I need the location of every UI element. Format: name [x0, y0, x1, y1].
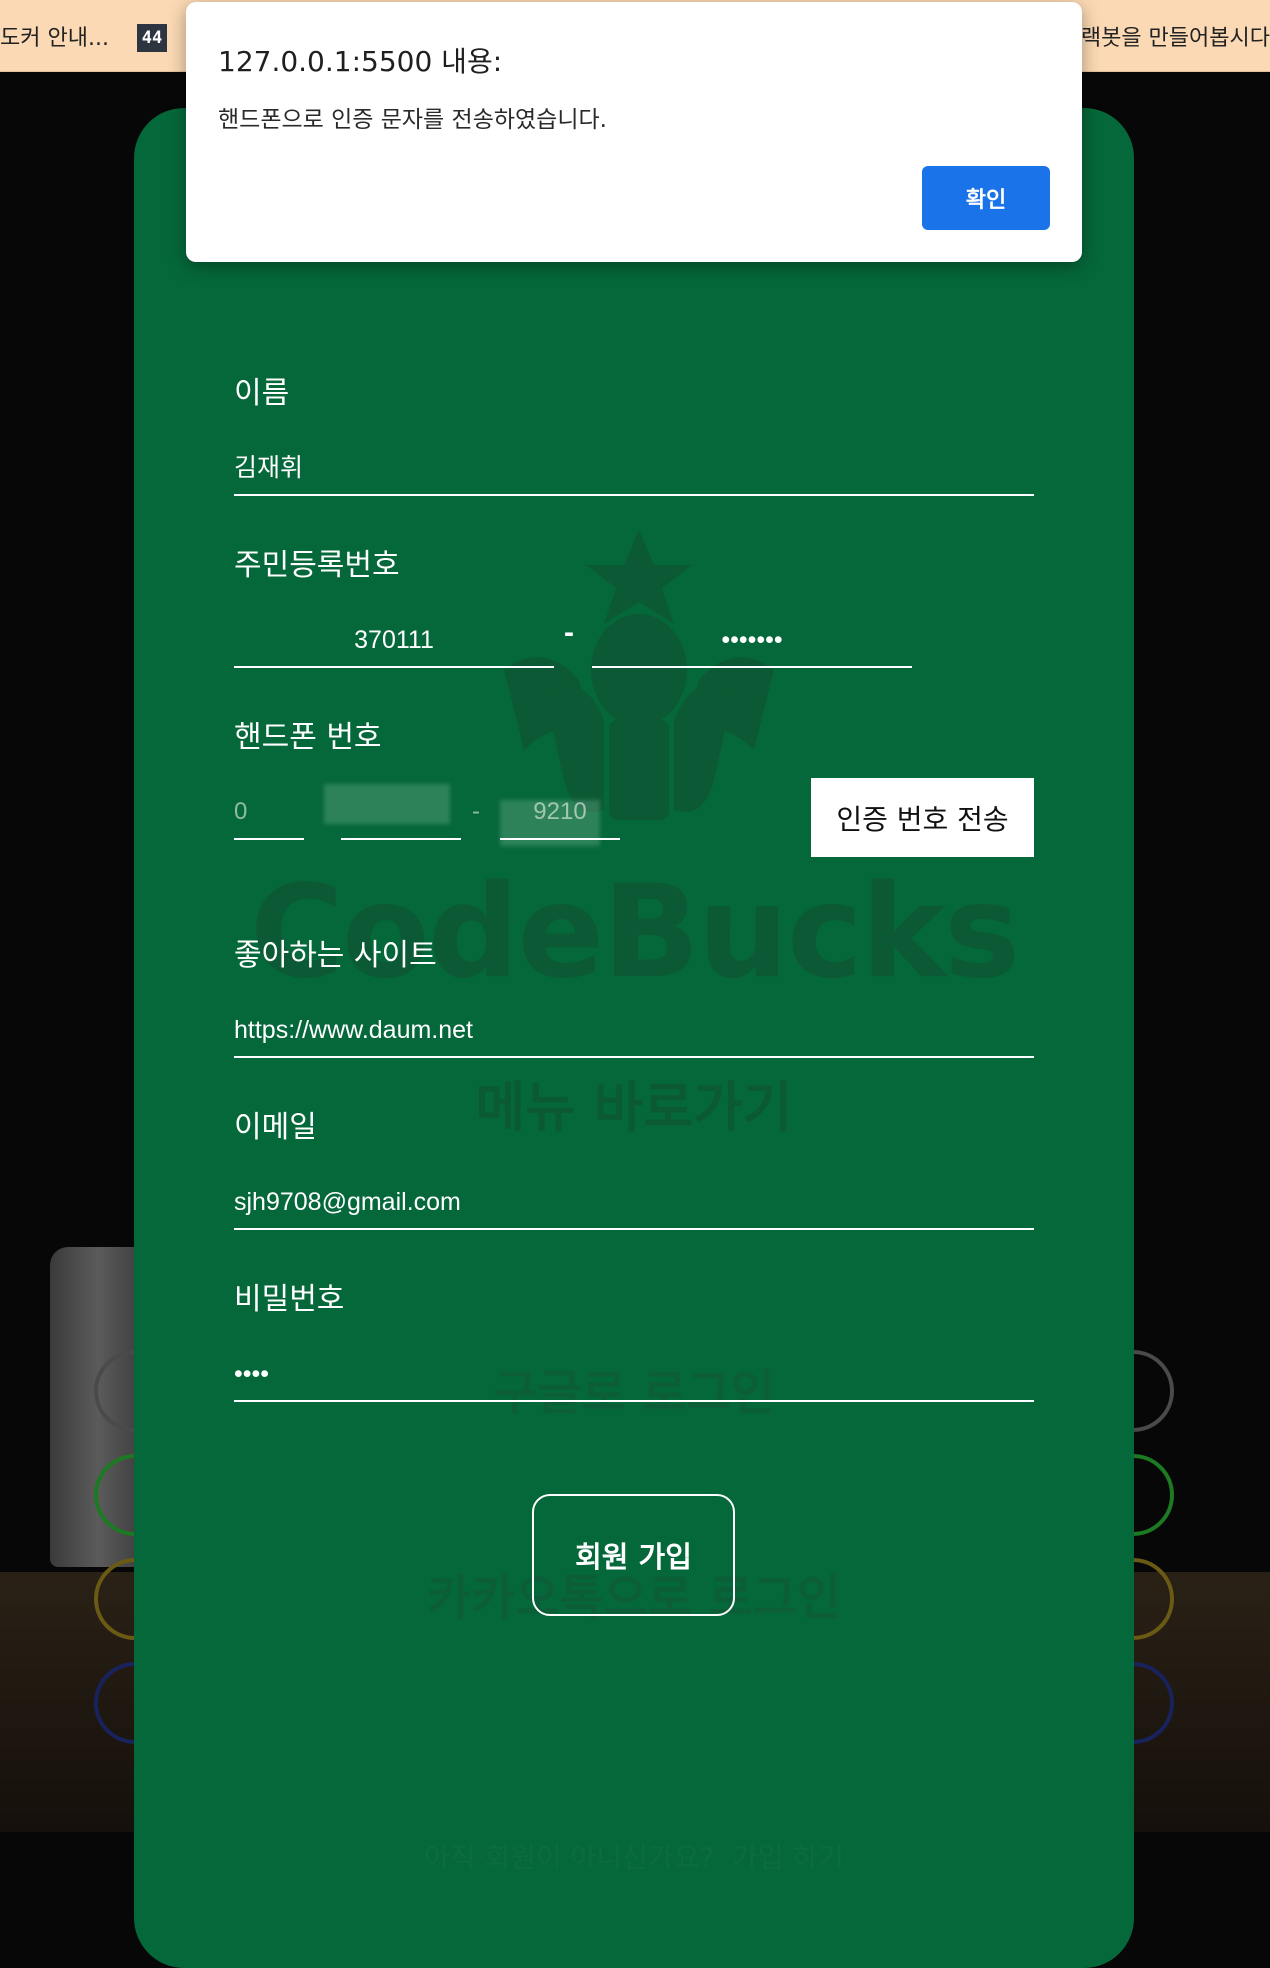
- jumin-back-input[interactable]: •••••••: [592, 612, 912, 668]
- phone-middle-input[interactable]: [341, 784, 461, 840]
- phone-first-input[interactable]: 0: [234, 784, 304, 840]
- phone-label: 핸드폰 번호: [234, 720, 382, 755]
- dialog-title: 127.0.0.1:5500 내용:: [218, 45, 503, 78]
- send-code-button[interactable]: 인증 번호 전송: [811, 778, 1034, 857]
- phone-last-value: 9210: [533, 798, 587, 825]
- jumin-separator: -: [564, 616, 574, 649]
- signup-prompt-watermark: 아직 회원이 아니신가요? 가입 하기: [134, 1836, 1134, 1876]
- dialog-ok-button[interactable]: 확인: [922, 166, 1050, 230]
- signup-link-text: 가입 하기: [732, 1841, 845, 1874]
- email-label: 이메일: [234, 1110, 317, 1145]
- alert-dialog: 127.0.0.1:5500 내용: 핸드폰으로 인증 문자를 전송하였습니다.…: [186, 2, 1082, 262]
- dialog-message: 핸드폰으로 인증 문자를 전송하였습니다.: [218, 107, 607, 133]
- password-label: 비밀번호: [234, 1282, 345, 1317]
- signup-card: CodeBucks 메뉴 바로가기 구글로 로그인 카카오톡으로 로그인 아직 …: [134, 108, 1134, 1968]
- bookmark-favicon[interactable]: 44: [137, 24, 167, 52]
- site-input[interactable]: https://www.daum.net: [234, 1002, 1034, 1058]
- signup-prompt-text: 아직 회원이 아니신가요?: [423, 1841, 715, 1874]
- site-label: 좋아하는 사이트: [234, 938, 437, 973]
- bookmark-item-chatbot[interactable]: ㄱ랙봇을 만들어봅시다: [1061, 20, 1270, 52]
- email-input[interactable]: sjh9708@gmail.com: [234, 1174, 1034, 1230]
- phone-first-value: 0: [234, 798, 248, 825]
- phone-last-input[interactable]: 9210: [500, 784, 620, 840]
- bookmark-item-docker[interactable]: 도커 안내...: [0, 20, 109, 52]
- password-input[interactable]: ••••: [234, 1346, 1034, 1402]
- name-input[interactable]: 김재휘: [234, 440, 1034, 496]
- name-label: 이름: [234, 376, 290, 411]
- phone-separator: -: [472, 798, 480, 825]
- jumin-front-input[interactable]: 370111: [234, 612, 554, 668]
- jumin-label: 주민등록번호: [234, 548, 400, 583]
- signup-button[interactable]: 회원 가입: [532, 1494, 735, 1616]
